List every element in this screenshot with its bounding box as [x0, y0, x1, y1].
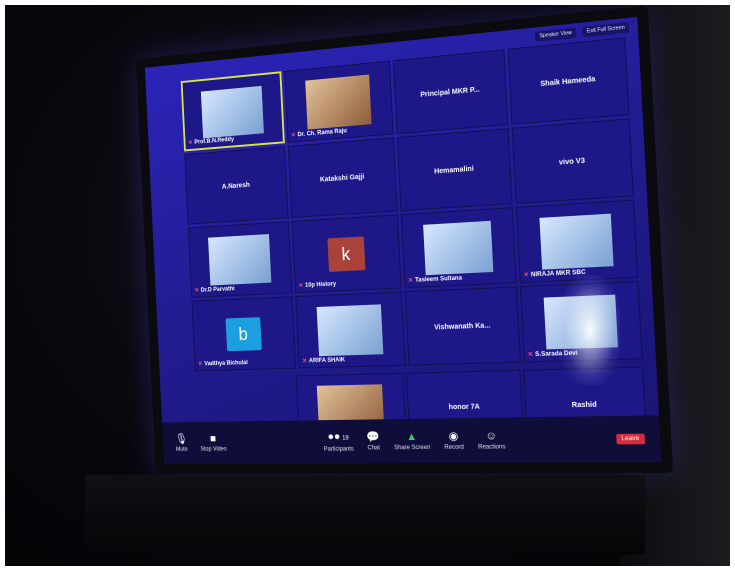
muted-mic-icon: ✕	[291, 132, 296, 139]
microphone-icon: 🎙	[175, 434, 188, 445]
participant-name: 10p History	[305, 281, 336, 288]
reactions-label: Reactions	[478, 444, 506, 450]
participant-name: Prof.B.N.Reddy	[194, 136, 234, 145]
share-screen-label: Share Screen	[394, 444, 431, 450]
participant-name: Katakshi Gajji	[320, 173, 365, 183]
participant-tile[interactable]: ✕ Dr.D Parvathi	[188, 221, 293, 298]
monitor-bezel: Speaker View Exit Full Screen ✕ Prof.B.N.…	[136, 5, 673, 473]
record-icon: ◉	[448, 431, 458, 442]
mute-label: Mute	[176, 446, 188, 452]
participant-label: ✕ Dr. Ch. Rama Raju	[291, 127, 347, 139]
exit-fullscreen-button[interactable]: Exit Full Screen	[582, 22, 629, 37]
participant-name: Dr.D Parvathi	[201, 286, 235, 293]
participant-label: ✕ Prof.B.N.Reddy	[188, 136, 234, 147]
stop-video-label: Stop Video	[200, 446, 227, 452]
participant-avatar: b	[225, 317, 261, 351]
participants-icon: ●● 19	[327, 431, 349, 444]
leave-button[interactable]: Leave	[616, 434, 645, 445]
muted-mic-icon: ✕	[523, 271, 529, 278]
participant-label: ✕ ARIFA SHAIK	[302, 356, 345, 364]
participant-avatar: k	[327, 236, 365, 272]
record-label: Record	[444, 444, 464, 450]
meeting-toolbar: 🎙 Mute ■ Stop Video ●●19 Participants 💬	[162, 415, 662, 464]
participant-name: Tasleem Sultana	[415, 275, 462, 283]
participant-video	[423, 221, 494, 276]
muted-mic-icon: ✕	[528, 351, 534, 358]
muted-mic-icon: ✕	[188, 139, 193, 146]
reactions-button[interactable]: ☺ Reactions	[477, 430, 505, 450]
chat-bubble-icon: 💬	[366, 432, 380, 443]
participant-name: honor 7A	[449, 403, 480, 411]
participant-name: Vadthya Bichulal	[204, 360, 248, 367]
video-camera-icon: ■	[210, 434, 216, 445]
participant-label: ✕ Tasleem Sultana	[408, 274, 462, 284]
participants-count: 19	[342, 435, 349, 441]
speaker-view-button[interactable]: Speaker View	[535, 27, 576, 41]
participant-name: Hemamalini	[434, 165, 474, 175]
share-screen-icon: ▲	[406, 431, 417, 442]
participant-tile[interactable]: ✕ Tasleem Sultana	[401, 207, 517, 288]
participants-label: Participants	[324, 446, 354, 452]
participant-tile[interactable]: ✕ NIRAJA MKR SBC	[516, 200, 638, 284]
record-button[interactable]: ◉ Record	[444, 431, 464, 450]
participant-label: ✕ Vadthya Bichulal	[198, 359, 248, 367]
participant-label: ✕ 10p History	[298, 280, 336, 289]
chat-button[interactable]: 💬 Chat	[366, 432, 380, 451]
muted-mic-icon: ✕	[302, 358, 307, 365]
participant-name: vivo V3	[559, 157, 585, 166]
participant-tile[interactable]: ✕ Dr. Ch. Rama Raju	[284, 61, 394, 143]
participant-video	[316, 304, 383, 356]
participant-video	[201, 85, 263, 137]
zoom-meeting-screen: Speaker View Exit Full Screen ✕ Prof.B.N.…	[145, 17, 662, 464]
participant-name: Shaik Hameeda	[540, 75, 595, 87]
participant-tile[interactable]: ✕ Prof.B.N.Reddy	[181, 71, 285, 151]
participant-tile[interactable]: Shaik Hameeda	[507, 37, 629, 125]
participant-name: Vishwanath Ka...	[434, 322, 491, 331]
mute-button[interactable]: 🎙 Mute	[175, 434, 188, 452]
chat-label: Chat	[367, 445, 380, 451]
participant-tile[interactable]: ✕ ARIFA SHAIK	[295, 291, 405, 368]
share-screen-button[interactable]: ▲ Share Screen	[393, 431, 430, 450]
participant-video	[208, 234, 272, 286]
smiley-icon: ☺	[485, 431, 497, 442]
desk-foreground	[85, 475, 645, 555]
participant-name: Principal MKR P...	[420, 86, 480, 98]
participant-name: ARIFA SHAIK	[309, 357, 345, 364]
participant-tile[interactable]: Hemamalini	[397, 128, 513, 211]
participant-tile[interactable]: Vishwanath Ka...	[405, 286, 521, 365]
participant-tile[interactable]: A.Naresh	[184, 146, 288, 224]
muted-mic-icon: ✕	[198, 361, 203, 368]
participant-tile[interactable]: Katakshi Gajji	[288, 137, 398, 218]
participant-label: ✕ Dr.D Parvathi	[194, 285, 235, 294]
muted-mic-icon: ✕	[298, 282, 303, 289]
muted-mic-icon: ✕	[194, 287, 199, 294]
participants-button[interactable]: ●● 19 Participants	[323, 431, 354, 452]
participant-tile[interactable]: k ✕ 10p History	[292, 214, 402, 293]
participant-video	[305, 74, 372, 129]
photo-of-monitor: Speaker View Exit Full Screen ✕ Prof.B.N.…	[5, 5, 730, 566]
stop-video-button[interactable]: ■ Stop Video	[200, 434, 227, 452]
screen-glare	[560, 275, 620, 385]
participant-name: Dr. Ch. Rama Raju	[297, 128, 347, 138]
muted-mic-icon: ✕	[408, 277, 413, 284]
participant-name: A.Naresh	[222, 181, 250, 190]
participant-tile[interactable]: b ✕ Vadthya Bichulal	[191, 296, 296, 371]
participant-tile[interactable]: vivo V3	[512, 118, 634, 204]
participant-name: Rashid	[572, 401, 597, 409]
participant-tile[interactable]: Principal MKR P...	[393, 49, 509, 134]
participant-video	[539, 213, 614, 269]
